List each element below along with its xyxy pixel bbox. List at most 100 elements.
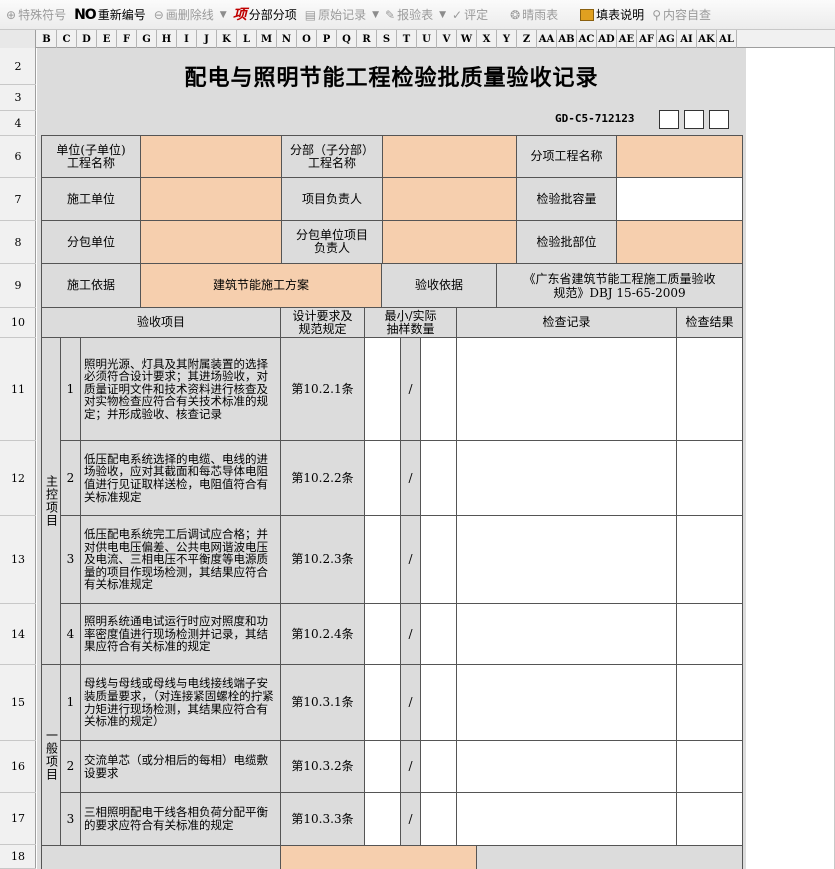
sub-project-input[interactable]	[382, 135, 517, 178]
row-header-18[interactable]: 18	[0, 845, 36, 869]
batch-capacity-input[interactable]	[616, 177, 743, 221]
column-header-b[interactable]: B	[37, 30, 57, 48]
column-header-ak[interactable]: AK	[697, 30, 717, 48]
row-header-7[interactable]: 7	[0, 178, 36, 221]
check-result-input[interactable]	[676, 337, 743, 441]
row-header-17[interactable]: 17	[0, 793, 36, 845]
row-header-2[interactable]: 2	[0, 48, 36, 85]
column-header-e[interactable]: E	[97, 30, 117, 48]
subcontract-leader-input[interactable]	[382, 220, 517, 264]
batch-location-input[interactable]	[616, 220, 743, 264]
row-header-8[interactable]: 8	[0, 221, 36, 264]
weather-button[interactable]: ❂ 晴雨表	[506, 4, 562, 26]
sample-min-input[interactable]	[364, 740, 401, 793]
sample-actual-input[interactable]	[420, 792, 457, 846]
check-record-input[interactable]	[456, 515, 677, 604]
column-header-h[interactable]: H	[157, 30, 177, 48]
check-record-input[interactable]	[456, 337, 677, 441]
form-guide-button[interactable]: 填表说明	[576, 4, 648, 26]
row-header-14[interactable]: 14	[0, 604, 36, 665]
column-header-q[interactable]: Q	[337, 30, 357, 48]
special-symbol-button[interactable]: ⊕ 特殊符号	[2, 4, 70, 26]
row-header-16[interactable]: 16	[0, 741, 36, 793]
column-header-d[interactable]: D	[77, 30, 97, 48]
column-header-l[interactable]: L	[237, 30, 257, 48]
self-check-button[interactable]: ⚲ 内容自查	[648, 4, 715, 26]
strikethrough-dropdown-caret[interactable]: ▼	[218, 10, 229, 20]
construction-basis-input[interactable]: 建筑节能施工方案	[140, 263, 382, 308]
unit-project-input[interactable]	[140, 135, 282, 178]
row-header-6[interactable]: 6	[0, 136, 36, 178]
sample-min-input[interactable]	[364, 792, 401, 846]
sub-project-button[interactable]: 项分部分项	[229, 4, 301, 26]
column-header-n[interactable]: N	[277, 30, 297, 48]
inspection-form-dropdown-caret[interactable]: ▼	[437, 10, 448, 20]
project-leader-input[interactable]	[382, 177, 517, 221]
select-all-corner[interactable]	[0, 30, 36, 48]
column-header-j[interactable]: J	[197, 30, 217, 48]
check-record-input[interactable]	[456, 664, 677, 741]
row-header-9[interactable]: 9	[0, 264, 36, 308]
renumber-button[interactable]: NO 重新编号	[70, 4, 150, 26]
code-box-3[interactable]	[709, 110, 729, 129]
column-header-c[interactable]: C	[57, 30, 77, 48]
evaluate-button[interactable]: ✓ 评定	[448, 4, 492, 26]
column-header-v[interactable]: V	[437, 30, 457, 48]
column-header-i[interactable]: I	[177, 30, 197, 48]
column-header-g[interactable]: G	[137, 30, 157, 48]
column-header-ai[interactable]: AI	[677, 30, 697, 48]
column-header-k[interactable]: K	[217, 30, 237, 48]
check-result-input[interactable]	[676, 792, 743, 846]
check-result-input[interactable]	[676, 603, 743, 665]
column-header-p[interactable]: P	[317, 30, 337, 48]
code-box-2[interactable]	[684, 110, 704, 129]
column-header-x[interactable]: X	[477, 30, 497, 48]
sample-actual-input[interactable]	[420, 603, 457, 665]
column-header-s[interactable]: S	[377, 30, 397, 48]
row-header-15[interactable]: 15	[0, 665, 36, 741]
column-header-u[interactable]: U	[417, 30, 437, 48]
sample-min-input[interactable]	[364, 664, 401, 741]
column-header-af[interactable]: AF	[637, 30, 657, 48]
column-header-f[interactable]: F	[117, 30, 137, 48]
column-header-w[interactable]: W	[457, 30, 477, 48]
check-record-input[interactable]	[456, 440, 677, 516]
sample-min-input[interactable]	[364, 603, 401, 665]
row-header-12[interactable]: 12	[0, 441, 36, 516]
strikethrough-button[interactable]: ⊖ 画删除线	[150, 4, 218, 26]
check-result-input[interactable]	[676, 515, 743, 604]
check-record-input[interactable]	[456, 740, 677, 793]
subcontract-unit-input[interactable]	[140, 220, 282, 264]
check-record-input[interactable]	[456, 792, 677, 846]
row-header-10[interactable]: 10	[0, 308, 36, 338]
column-header-aa[interactable]: AA	[537, 30, 557, 48]
construction-unit-input[interactable]	[140, 177, 282, 221]
column-header-ac[interactable]: AC	[577, 30, 597, 48]
sample-actual-input[interactable]	[420, 440, 457, 516]
check-result-input[interactable]	[676, 664, 743, 741]
sample-actual-input[interactable]	[420, 515, 457, 604]
column-header-ae[interactable]: AE	[617, 30, 637, 48]
sample-min-input[interactable]	[364, 515, 401, 604]
row-18-peach-input[interactable]	[280, 845, 477, 869]
inspection-form-button[interactable]: ✎ 报验表	[381, 4, 437, 26]
sample-min-input[interactable]	[364, 440, 401, 516]
column-header-y[interactable]: Y	[497, 30, 517, 48]
column-header-o[interactable]: O	[297, 30, 317, 48]
column-header-ab[interactable]: AB	[557, 30, 577, 48]
column-header-r[interactable]: R	[357, 30, 377, 48]
column-header-ag[interactable]: AG	[657, 30, 677, 48]
check-result-input[interactable]	[676, 740, 743, 793]
original-record-button[interactable]: ▤ 原始记录	[301, 4, 370, 26]
original-record-dropdown-caret[interactable]: ▼	[370, 10, 381, 20]
check-result-input[interactable]	[676, 440, 743, 516]
sample-actual-input[interactable]	[420, 337, 457, 441]
column-header-m[interactable]: M	[257, 30, 277, 48]
code-box-1[interactable]	[659, 110, 679, 129]
row-header-3[interactable]: 3	[0, 85, 36, 111]
sample-actual-input[interactable]	[420, 664, 457, 741]
sample-actual-input[interactable]	[420, 740, 457, 793]
check-record-input[interactable]	[456, 603, 677, 665]
column-header-z[interactable]: Z	[517, 30, 537, 48]
column-header-al[interactable]: AL	[717, 30, 737, 48]
